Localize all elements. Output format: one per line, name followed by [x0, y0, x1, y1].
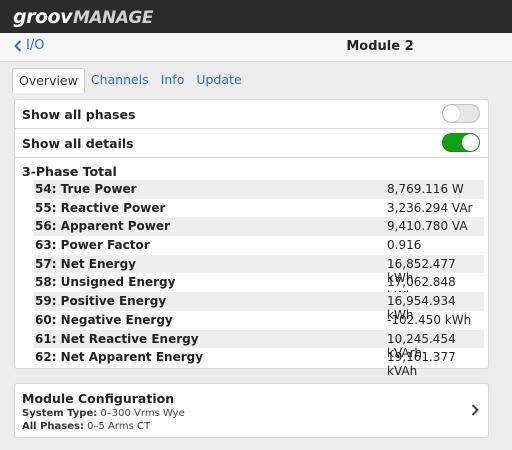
tab-bar: Overview Channels Info Update: [12, 68, 248, 93]
system-type-label: System Type:: [22, 408, 98, 419]
section-title: 3-Phase Total: [22, 164, 117, 179]
row-name: 57: Net Energy: [35, 256, 136, 271]
row-name: 63: Power Factor: [35, 238, 150, 253]
system-type-line: System Type: 0–300 Vrms Wye: [22, 408, 185, 419]
table-row: 59: Positive Energy 16,954.934 kWh: [34, 292, 484, 322]
row-name: 60: Negative Energy: [35, 312, 173, 327]
table-row: 55: Reactive Power 3,236.294 VAr: [34, 199, 484, 218]
table-row: 54: True Power 8,769.116 W: [34, 180, 484, 199]
config-title: Module Configuration: [22, 391, 175, 406]
all-phases-label: All Phases:: [22, 421, 84, 432]
groov-manage-logo: groov MANAGE: [13, 5, 154, 28]
tab-info[interactable]: Info: [155, 68, 191, 92]
measurement-table: 54: True Power 8,769.116 W 55: Reactive P…: [34, 180, 484, 378]
show-all-phases-row: Show all phases: [15, 100, 488, 129]
logo-text-groov: groov: [13, 5, 72, 28]
show-all-phases-toggle[interactable]: [442, 104, 480, 123]
row-name: 62: Net Apparent Energy: [35, 350, 204, 365]
table-row: 61: Net Reactive Energy 10,245.454 kVArh: [34, 329, 484, 360]
show-all-phases-label: Show all phases: [22, 107, 136, 122]
nav-bar: I/O Module 2: [0, 33, 512, 62]
chevron-left-icon: [14, 39, 22, 52]
table-row: 58: Unsigned Energy17,062.848 kWh: [34, 273, 484, 303]
row-value: -102.450 kWh: [387, 312, 472, 327]
toggle-knob: [462, 134, 479, 151]
tab-overview[interactable]: Overview: [12, 68, 85, 93]
table-row: 62: Net Apparent Energy 19,161.377 kVAh: [34, 348, 484, 378]
row-name: 55: Reactive Power: [35, 200, 166, 215]
row-value: 9,410.780 VA: [387, 219, 468, 234]
row-value: 8,769.116 W: [387, 182, 464, 196]
table-row: 60: Negative Energy -102.450 kWh: [34, 311, 484, 330]
toggle-knob: [443, 105, 460, 122]
system-type-value: 0–300 Vrms Wye: [100, 408, 185, 419]
row-name: 61: Net Reactive Energy: [35, 331, 199, 346]
show-all-details-toggle[interactable]: [442, 133, 480, 152]
app-header: groov MANAGE: [0, 0, 512, 33]
back-button[interactable]: I/O: [14, 38, 44, 53]
logo-text-manage: MANAGE: [72, 7, 154, 28]
row-value: 3,236.294 VAr: [387, 200, 473, 215]
chevron-right-icon: [471, 404, 479, 416]
tab-update[interactable]: Update: [190, 68, 247, 92]
back-label: I/O: [26, 38, 45, 53]
row-name: 58: Unsigned Energy: [35, 275, 176, 290]
row-value: 19,161.377 kVAh: [387, 350, 456, 379]
page-title: Module 2: [346, 39, 414, 54]
module-configuration-card[interactable]: Module Configuration System Type: 0–300 …: [14, 383, 489, 438]
row-name: 59: Positive Energy: [35, 294, 167, 309]
all-phases-line: All Phases: 0–5 Arms CT: [22, 421, 150, 432]
table-row: 56: Apparent Power 9,410.780 VA: [34, 217, 484, 237]
table-row: 63: Power Factor 0.916: [34, 236, 484, 255]
table-row: 57: Net Energy 16,852.477 kWh: [34, 254, 484, 285]
row-name: 56: Apparent Power: [35, 219, 170, 234]
show-all-details-label: Show all details: [22, 136, 134, 151]
row-value: 0.916: [387, 238, 422, 253]
overview-panel: Show all phases Show all details 3-Phase…: [14, 99, 489, 378]
show-all-details-row: Show all details: [15, 129, 488, 158]
tab-channels[interactable]: Channels: [85, 68, 155, 92]
row-name: 54: True Power: [35, 182, 137, 196]
all-phases-value: 0–5 Arms CT: [87, 421, 151, 432]
